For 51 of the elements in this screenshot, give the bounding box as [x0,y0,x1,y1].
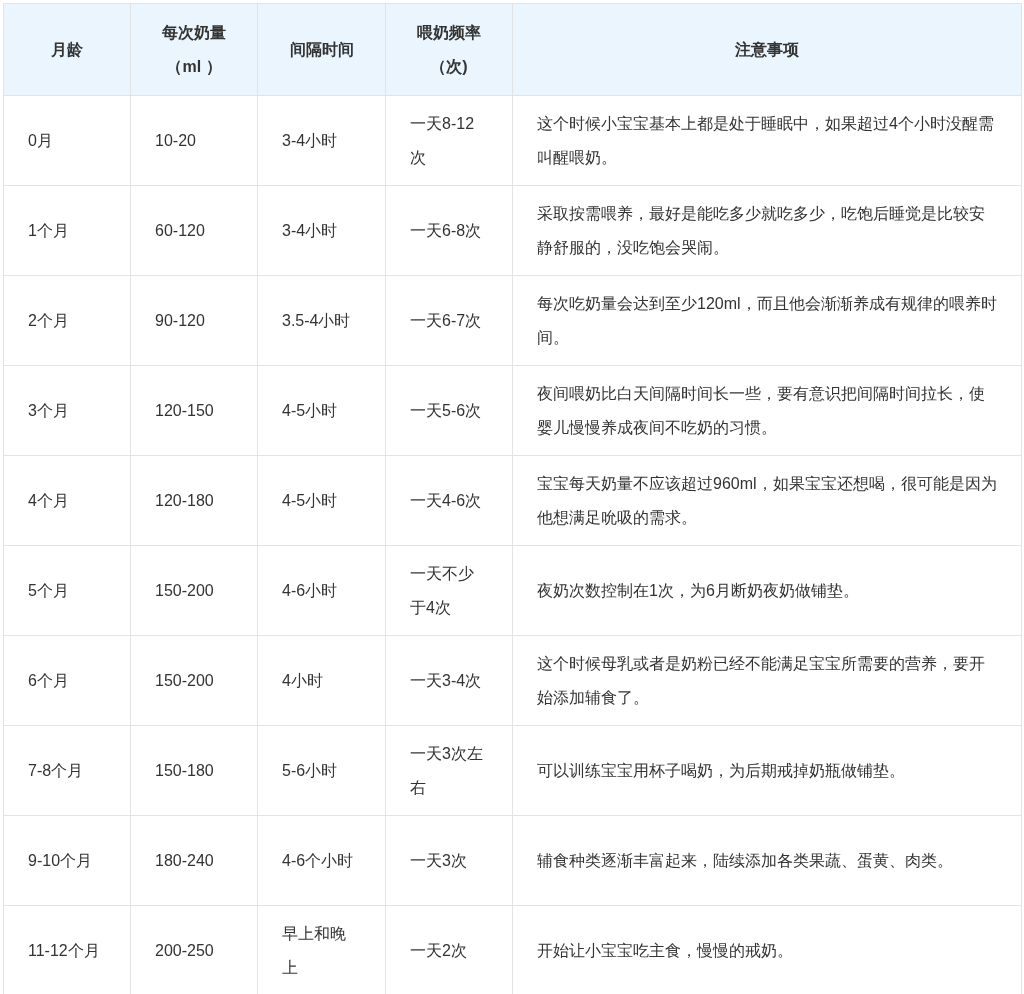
table-cell: 120-180 [130,455,258,546]
table-cell: 5-6小时 [257,725,386,816]
table-cell: 4个月 [3,455,131,546]
column-header: 喂奶频率（次) [385,3,513,96]
table-cell: 1个月 [3,185,131,276]
table-cell: 夜奶次数控制在1次，为6月断奶夜奶做铺垫。 [512,545,1022,636]
table-cell: 4-6个小时 [257,815,386,906]
table-cell: 180-240 [130,815,258,906]
table-cell: 150-200 [130,635,258,726]
table-cell: 4-6小时 [257,545,386,636]
table-cell: 3个月 [3,365,131,456]
table-cell: 可以训练宝宝用杯子喝奶，为后期戒掉奶瓶做铺垫。 [512,725,1022,816]
table-cell: 4-5小时 [257,455,386,546]
table-cell: 一天5-6次 [385,365,513,456]
table-cell: 宝宝每天奶量不应该超过960ml，如果宝宝还想喝，很可能是因为他想满足吮吸的需求。 [512,455,1022,546]
column-header: 月龄 [3,3,131,96]
table-cell: 120-150 [130,365,258,456]
table-cell: 夜间喂奶比白天间隔时间长一些，要有意识把间隔时间拉长，使婴儿慢慢养成夜间不吃奶的习惯。 [512,365,1022,456]
table-cell: 每次吃奶量会达到至少120ml，而且他会渐渐养成有规律的喂养时间。 [512,275,1022,366]
table-cell: 90-120 [130,275,258,366]
table-cell: 7-8个月 [3,725,131,816]
table-cell: 一天8-12次 [385,95,513,186]
table-cell: 5个月 [3,545,131,636]
table-cell: 6个月 [3,635,131,726]
table-cell: 这个时候小宝宝基本上都是处于睡眠中，如果超过4个小时没醒需叫醒喂奶。 [512,95,1022,186]
table-cell: 这个时候母乳或者是奶粉已经不能满足宝宝所需要的营养，要开始添加辅食了。 [512,635,1022,726]
table-cell: 一天3-4次 [385,635,513,726]
table-cell: 3-4小时 [257,95,386,186]
table-cell: 一天6-7次 [385,275,513,366]
table-cell: 9-10个月 [3,815,131,906]
table-cell: 3-4小时 [257,185,386,276]
table-cell: 一天4-6次 [385,455,513,546]
table-cell: 150-180 [130,725,258,816]
table-cell: 辅食种类逐渐丰富起来，陆续添加各类果蔬、蛋黄、肉类。 [512,815,1022,906]
table-cell: 采取按需喂养，最好是能吃多少就吃多少，吃饱后睡觉是比较安静舒服的，没吃饱会哭闹。 [512,185,1022,276]
table-cell: 150-200 [130,545,258,636]
column-header: 注意事项 [512,3,1022,96]
table-cell: 0月 [3,95,131,186]
table-cell: 11-12个月 [3,905,131,994]
table-cell: 3.5-4小时 [257,275,386,366]
table-cell: 2个月 [3,275,131,366]
table-cell: 一天3次 [385,815,513,906]
table-cell: 一天不少于4次 [385,545,513,636]
table-cell: 60-120 [130,185,258,276]
table-cell: 一天3次左右 [385,725,513,816]
table-cell: 4小时 [257,635,386,726]
table-cell: 4-5小时 [257,365,386,456]
table-cell: 一天6-8次 [385,185,513,276]
column-header: 每次奶量（ml ） [130,3,258,96]
table-cell: 10-20 [130,95,258,186]
column-header: 间隔时间 [257,3,386,96]
